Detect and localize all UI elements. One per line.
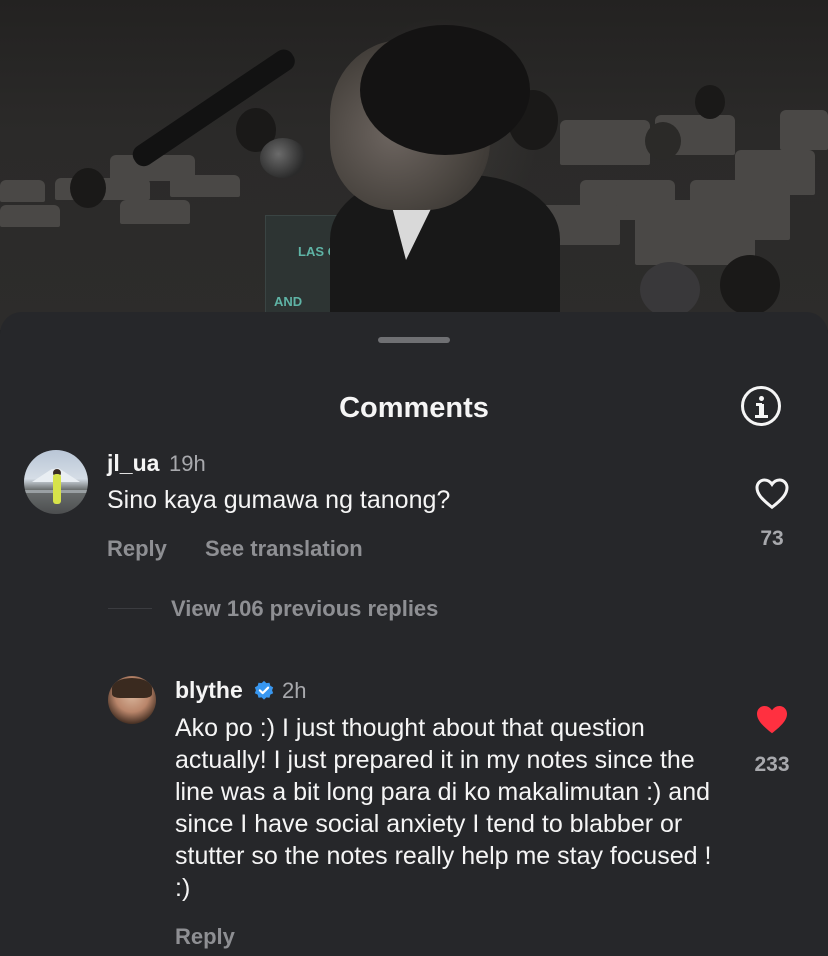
avatar[interactable] — [108, 676, 156, 724]
reply-button[interactable]: Reply — [107, 536, 167, 562]
comment-username[interactable]: jl_ua — [107, 450, 159, 477]
see-translation-button[interactable]: See translation — [205, 536, 363, 562]
avatar[interactable] — [24, 450, 88, 514]
heart-outline-icon[interactable] — [754, 476, 790, 510]
reply-button[interactable]: Reply — [175, 924, 235, 950]
view-previous-replies-button[interactable]: View 106 previous replies — [171, 596, 438, 622]
like-count: 233 — [754, 753, 790, 776]
replies-divider — [108, 608, 152, 609]
sheet-title: Comments — [339, 392, 489, 424]
drag-handle[interactable] — [378, 337, 450, 343]
reply-username[interactable]: blythe — [175, 677, 243, 704]
reply-text: Ako po :) I just thought about that ques… — [175, 714, 712, 902]
comments-sheet: Comments jl_ua 19h Sino kaya gumawa ng t… — [0, 312, 828, 956]
info-icon[interactable] — [741, 386, 781, 426]
verified-badge-icon — [254, 680, 274, 700]
reel-video-background[interactable]: LAS QUE AND — [0, 0, 828, 330]
like-count: 73 — [760, 527, 784, 550]
heart-filled-icon[interactable] — [754, 702, 790, 736]
comment-text: Sino kaya gumawa ng tanong? — [107, 486, 451, 514]
comment-time: 19h — [169, 451, 206, 476]
reply-time: 2h — [282, 678, 307, 703]
